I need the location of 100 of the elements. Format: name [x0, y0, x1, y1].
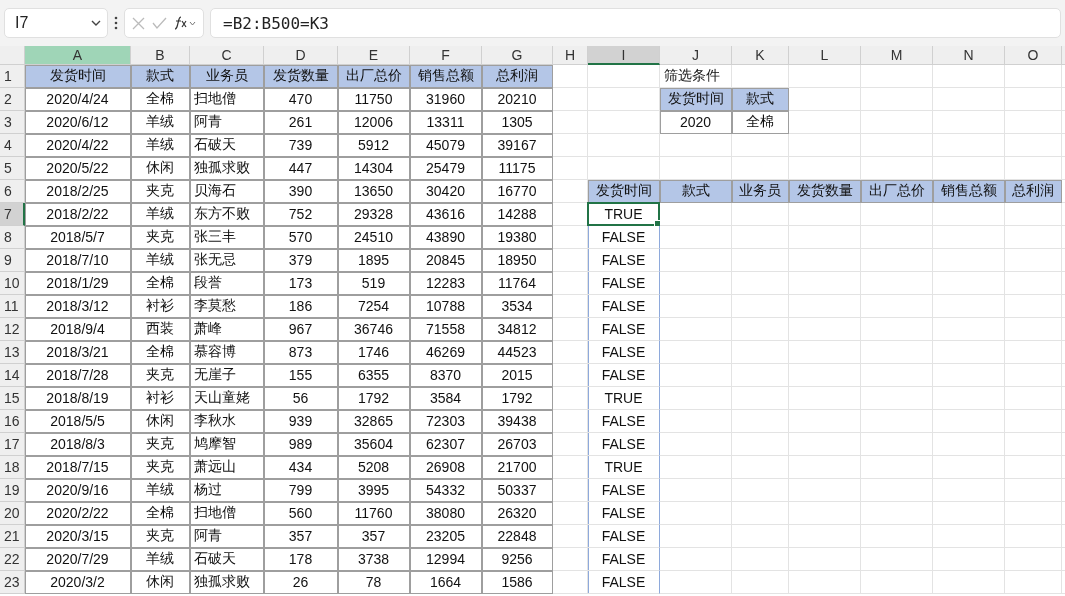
column-header[interactable]: C — [190, 46, 264, 65]
column-header[interactable]: L — [789, 46, 861, 65]
column-heading: 出厂总价 — [338, 65, 410, 88]
table-cell: 14288 — [482, 203, 553, 226]
table-cell: 羊绒 — [131, 249, 190, 272]
table-cell: 56 — [264, 387, 338, 410]
formula-field[interactable]: =B2:B500=K3 — [210, 8, 1061, 38]
table-cell: 447 — [264, 157, 338, 180]
table-cell: 扫地僧 — [190, 88, 264, 111]
table-cell: 390 — [264, 180, 338, 203]
row-header[interactable]: 23 — [0, 571, 25, 594]
column-header[interactable]: N — [933, 46, 1005, 65]
column-header[interactable]: A — [25, 46, 131, 65]
table-cell: 19380 — [482, 226, 553, 249]
table-cell: 10788 — [410, 295, 482, 318]
column-header[interactable]: D — [264, 46, 338, 65]
row-header[interactable]: 6 — [0, 180, 25, 203]
table-cell: FALSE — [588, 433, 660, 456]
row-header[interactable]: 15 — [0, 387, 25, 410]
table-cell: 30420 — [410, 180, 482, 203]
row-header[interactable]: 9 — [0, 249, 25, 272]
row-header[interactable]: 17 — [0, 433, 25, 456]
table-cell: 46269 — [410, 341, 482, 364]
table-cell: 东方不败 — [190, 203, 264, 226]
row-header[interactable]: 5 — [0, 157, 25, 180]
table-cell: 全棉 — [131, 341, 190, 364]
cancel-icon[interactable] — [132, 16, 146, 30]
table-cell: 739 — [264, 134, 338, 157]
table-cell: 2018/2/25 — [25, 180, 131, 203]
table-cell: 26 — [264, 571, 338, 594]
table-cell: 13311 — [410, 111, 482, 134]
column-heading: 发货时间 — [660, 88, 732, 111]
table-cell: 2020/9/16 — [25, 479, 131, 502]
table-cell: 杨过 — [190, 479, 264, 502]
row-header[interactable]: 21 — [0, 525, 25, 548]
table-cell: 38080 — [410, 502, 482, 525]
table-cell: 36746 — [338, 318, 410, 341]
table-cell: 62307 — [410, 433, 482, 456]
table-cell: 5208 — [338, 456, 410, 479]
table-cell: 26320 — [482, 502, 553, 525]
row-header[interactable]: 1 — [0, 65, 25, 88]
row-header[interactable]: 3 — [0, 111, 25, 134]
column-header[interactable]: F — [410, 46, 482, 65]
row-header[interactable]: 8 — [0, 226, 25, 249]
table-cell: 鸠摩智 — [190, 433, 264, 456]
table-cell: 2020/3/15 — [25, 525, 131, 548]
table-cell: 2018/9/4 — [25, 318, 131, 341]
table-cell: FALSE — [588, 226, 660, 249]
table-cell: 张无忌 — [190, 249, 264, 272]
table-cell: 1895 — [338, 249, 410, 272]
check-icon[interactable] — [152, 17, 167, 29]
table-cell: 全棉 — [732, 111, 789, 134]
table-cell: 35604 — [338, 433, 410, 456]
column-header[interactable]: B — [131, 46, 190, 65]
row-header[interactable]: 19 — [0, 479, 25, 502]
row-header[interactable]: 16 — [0, 410, 25, 433]
row-header[interactable]: 2 — [0, 88, 25, 111]
table-cell: FALSE — [588, 272, 660, 295]
column-heading: 发货时间 — [25, 65, 131, 88]
column-heading: 出厂总价 — [861, 180, 933, 203]
select-all-corner[interactable] — [0, 46, 25, 65]
table-cell: FALSE — [588, 318, 660, 341]
row-header[interactable]: 18 — [0, 456, 25, 479]
more-icon[interactable] — [114, 16, 118, 30]
function-icon[interactable] — [173, 16, 196, 30]
table-cell: FALSE — [588, 479, 660, 502]
row-header[interactable]: 7 — [0, 203, 25, 226]
column-header[interactable]: G — [482, 46, 553, 65]
column-header[interactable]: J — [660, 46, 732, 65]
row-header[interactable]: 10 — [0, 272, 25, 295]
table-cell: 32865 — [338, 410, 410, 433]
table-cell: 21700 — [482, 456, 553, 479]
table-cell: 1792 — [482, 387, 553, 410]
table-cell: 26703 — [482, 433, 553, 456]
column-header[interactable]: I — [588, 46, 660, 65]
column-heading: 发货数量 — [264, 65, 338, 88]
row-header[interactable]: 11 — [0, 295, 25, 318]
table-cell: FALSE — [588, 548, 660, 571]
table-cell: FALSE — [588, 502, 660, 525]
table-cell: 独孤求败 — [190, 571, 264, 594]
name-box[interactable]: I7 — [4, 8, 108, 38]
column-header[interactable]: H — [553, 46, 588, 65]
column-heading: 发货数量 — [789, 180, 861, 203]
row-header[interactable]: 12 — [0, 318, 25, 341]
column-header[interactable]: O — [1005, 46, 1062, 65]
table-cell: 72303 — [410, 410, 482, 433]
row-header[interactable]: 4 — [0, 134, 25, 157]
row-header[interactable]: 22 — [0, 548, 25, 571]
column-heading: 总利润 — [1005, 180, 1062, 203]
column-header[interactable]: M — [861, 46, 933, 65]
row-header[interactable]: 13 — [0, 341, 25, 364]
table-cell: 羊绒 — [131, 134, 190, 157]
column-header[interactable]: E — [338, 46, 410, 65]
row-header[interactable]: 20 — [0, 502, 25, 525]
table-cell: 560 — [264, 502, 338, 525]
column-header[interactable]: K — [732, 46, 789, 65]
row-header[interactable]: 14 — [0, 364, 25, 387]
table-cell: 夹克 — [131, 525, 190, 548]
table-cell: 石破天 — [190, 134, 264, 157]
table-cell: 357 — [264, 525, 338, 548]
